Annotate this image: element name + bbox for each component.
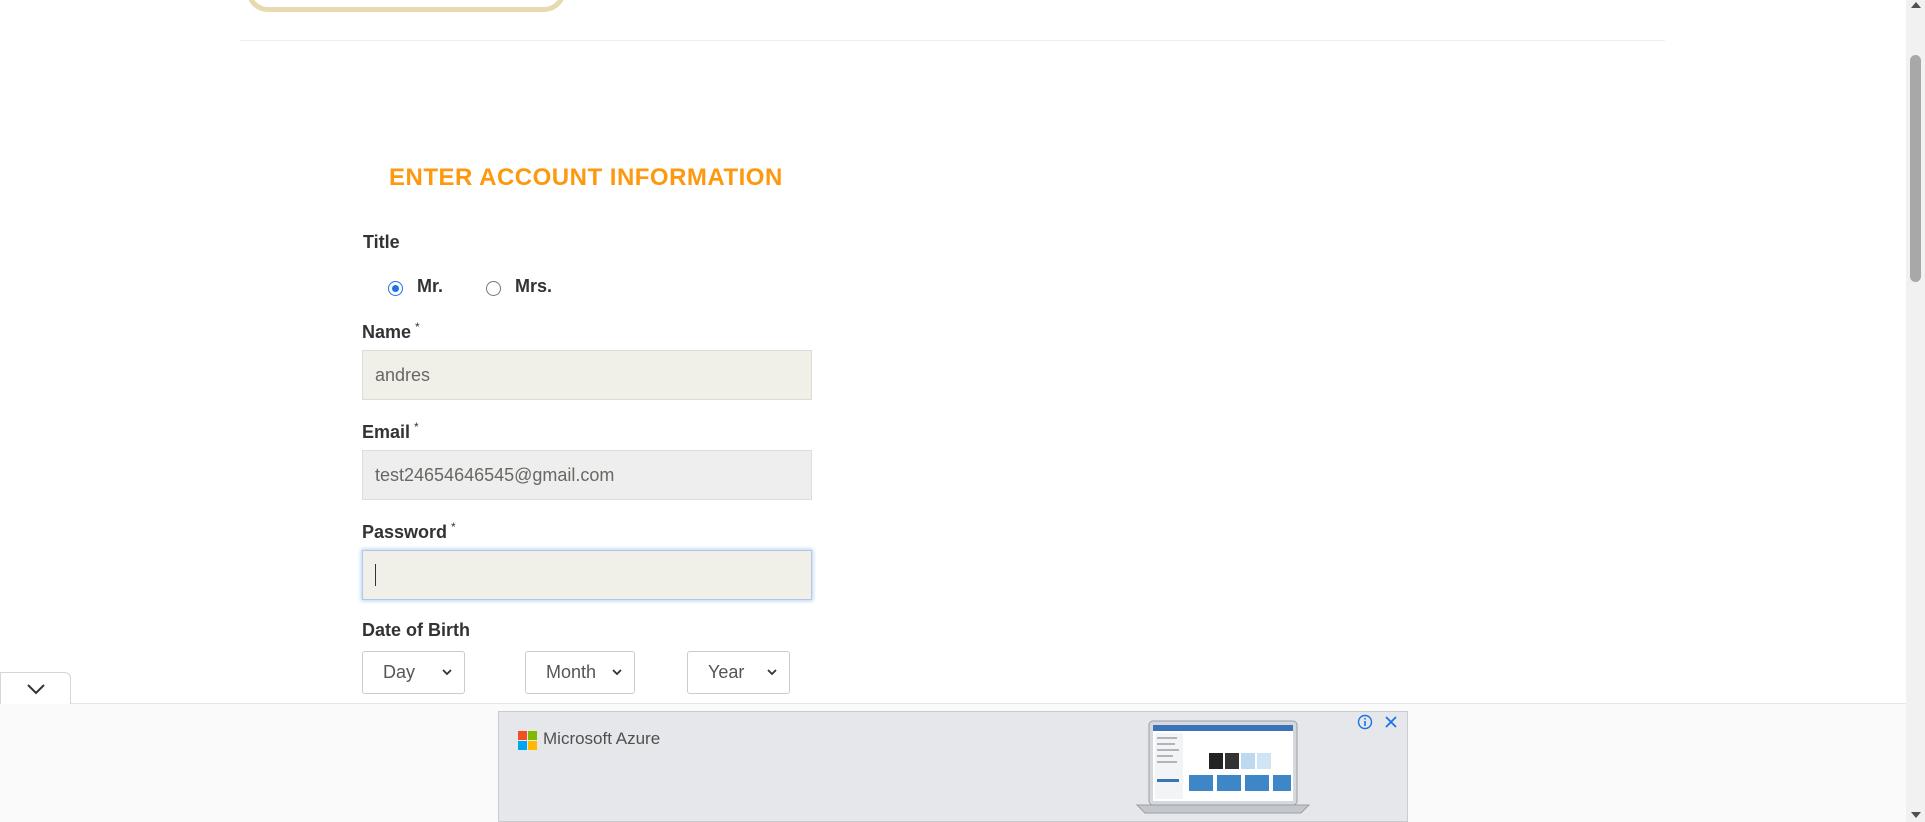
name-input[interactable]: andres: [362, 350, 812, 400]
title-label: Title: [363, 232, 400, 252]
name-input-value: andres: [375, 364, 431, 385]
microsoft-logo-icon: [518, 731, 537, 750]
ad-collapse-button[interactable]: [0, 672, 71, 704]
page: ENTER ACCOUNT INFORMATION Title Mr. Mrs.…: [0, 0, 1906, 822]
dob-day-value: Day: [383, 662, 416, 682]
chevron-down-icon: [612, 669, 622, 676]
password-input[interactable]: [362, 550, 812, 600]
required-mark: *: [451, 520, 456, 534]
email-input-value: test24654646545@gmail.com: [375, 464, 615, 485]
name-label-text: Name: [362, 322, 412, 342]
dob-month-value: Month: [546, 662, 597, 682]
radio-mr[interactable]: [388, 281, 403, 296]
email-label-text: Email: [362, 422, 411, 442]
site-logo[interactable]: [246, 0, 566, 12]
ad-brand-text: Microsoft Azure: [543, 729, 661, 748]
chevron-down-icon: [442, 669, 452, 676]
form-title: ENTER ACCOUNT INFORMATION: [389, 164, 783, 191]
chevron-down-icon: [26, 683, 45, 694]
required-mark: *: [415, 320, 420, 334]
dob-month-select[interactable]: Month: [525, 651, 635, 694]
dob-day-select[interactable]: Day: [362, 651, 465, 694]
scroll-down-arrow-icon[interactable]: [1911, 812, 1921, 818]
scrollbar-thumb[interactable]: [1910, 55, 1921, 282]
text-caret: [375, 564, 376, 586]
radio-mrs[interactable]: [486, 281, 501, 296]
radio-mr-label[interactable]: Mr.: [417, 276, 443, 297]
dob-label: Date of Birth: [362, 620, 470, 640]
password-label: Password *: [362, 520, 456, 543]
email-input[interactable]: test24654646545@gmail.com: [362, 450, 812, 500]
required-mark: *: [414, 420, 419, 434]
laptop-image: [1135, 720, 1311, 814]
close-icon[interactable]: [1383, 714, 1399, 730]
ad-banner[interactable]: Microsoft Azure: [498, 711, 1408, 822]
dob-year-select[interactable]: Year: [687, 651, 790, 694]
chevron-down-icon: [767, 669, 777, 676]
header-divider: [240, 40, 1665, 41]
email-label: Email *: [362, 420, 419, 443]
info-icon[interactable]: [1357, 714, 1373, 730]
scroll-up-arrow-icon[interactable]: [1911, 2, 1921, 8]
password-label-text: Password: [362, 522, 448, 542]
dob-year-value: Year: [708, 662, 745, 682]
vertical-scrollbar[interactable]: [1906, 0, 1925, 822]
radio-mrs-label[interactable]: Mrs.: [515, 276, 552, 297]
name-label: Name *: [362, 320, 420, 343]
